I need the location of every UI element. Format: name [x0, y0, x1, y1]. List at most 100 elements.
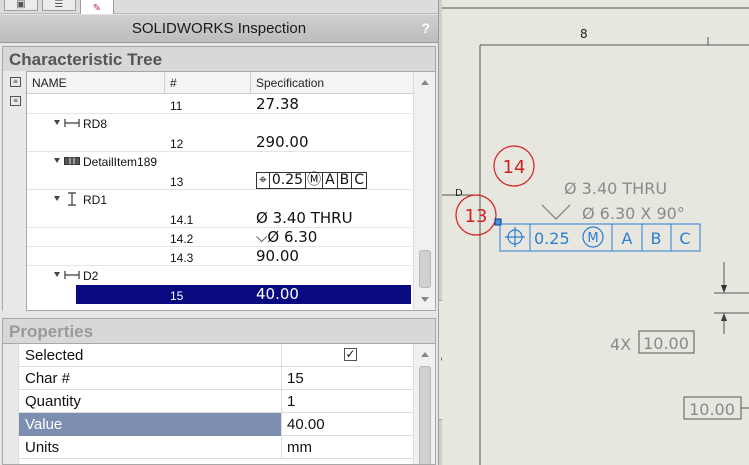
property-value[interactable]: 1 [283, 390, 413, 413]
property-row-selected[interactable]: Selected ✓ [3, 344, 413, 367]
expand-arrow-icon[interactable] [54, 158, 60, 163]
char-specification: Ø 3.40 THRU [256, 209, 353, 227]
property-row-value[interactable]: Value 40.00 [3, 413, 413, 436]
property-value[interactable]: 40.00 [283, 413, 413, 436]
tree-row-15-selected[interactable]: 15 40.00 [76, 285, 411, 304]
tree-scroll-thumb[interactable] [419, 250, 431, 288]
properties-grid: Selected ✓ Char # 15 Quantity 1 Value 40… [2, 343, 436, 465]
fcf-datum-b: B [651, 229, 662, 248]
feature-control-frame[interactable]: 0.25 M A B C [499, 223, 701, 252]
dimension-arrows [714, 262, 749, 334]
property-row-char-number[interactable]: Char # 15 [3, 367, 413, 390]
char-number: 14.1 [170, 213, 194, 227]
column-specification[interactable]: Specification [256, 76, 324, 90]
property-name: Value [19, 413, 282, 436]
char-number: 14.3 [170, 251, 194, 265]
char-number: 15 [170, 289, 184, 303]
char-number: 13 [170, 175, 184, 189]
position-symbol-icon [505, 227, 525, 247]
drawing-canvas[interactable]: 8 D 14 13 Ø 3.40 THRU Ø 6.30 X 90° 0.25 … [442, 0, 749, 465]
tree-row-14-2[interactable]: 14.2 ⌵Ø 6.30 [27, 228, 411, 247]
node-label: RD8 [83, 117, 108, 131]
property-row-units[interactable]: Units mm [3, 436, 413, 459]
basic-dimension-value: 10.00 [643, 334, 689, 353]
expand-arrow-icon[interactable] [54, 272, 60, 277]
tab-list[interactable]: ☰ [42, 0, 76, 11]
node-label: RD1 [83, 193, 108, 207]
characteristic-tree-grid: NAME # Specification 11 27.38 RD8 12 290… [26, 71, 436, 311]
scroll-up-icon[interactable] [421, 80, 429, 85]
linear-dimension-icon [64, 271, 80, 279]
tree-row-13[interactable]: 13 ⌖ 0.25 Ⓜ A B C [27, 171, 411, 190]
expand-arrow-icon[interactable] [54, 196, 60, 201]
countersink-symbol-icon [541, 204, 571, 220]
char-specification: 290.00 [256, 133, 309, 151]
tree-node-d2[interactable]: D2 [27, 266, 411, 285]
tree-column-headers: NAME # Specification [27, 72, 413, 94]
expand-arrow-icon[interactable] [54, 120, 60, 125]
properties-scroll-thumb[interactable] [419, 366, 431, 464]
basic-dimension-value: 10.00 [689, 400, 735, 419]
fcf-tolerance: 0.25 [534, 229, 570, 248]
hole-callout-text[interactable]: Ø 3.40 THRU [564, 179, 667, 198]
property-row-quantity[interactable]: Quantity 1 [3, 390, 413, 413]
expand-all-icon[interactable]: ≡ [10, 77, 21, 87]
properties-header[interactable]: Properties [2, 318, 436, 343]
inspection-panel: ▣ ☰ ✎ SOLIDWORKS Inspection ? Characteri… [0, 0, 438, 465]
tree-node-rd1[interactable]: RD1 [27, 190, 411, 209]
balloon-14-number: 14 [503, 157, 526, 178]
position-symbol-icon: ⌖ [256, 172, 270, 189]
property-value[interactable]: ✓ [283, 344, 413, 367]
property-row-partial [3, 459, 413, 464]
tab-characteristics[interactable]: ✎ [80, 0, 114, 14]
folder-icon: ▣ [16, 0, 26, 10]
scroll-down-icon[interactable] [421, 297, 429, 302]
fcf-datum-c: C [679, 229, 690, 248]
datum-a: A [322, 172, 338, 189]
properties-scrollbar[interactable] [413, 344, 435, 464]
tree-row-14-1[interactable]: 14.1 Ø 3.40 THRU [27, 209, 411, 228]
tree-node-rd8[interactable]: RD8 [27, 114, 411, 133]
list-icon: ☰ [54, 0, 64, 10]
tree-side-toolbar: ≡ ≡ [2, 71, 26, 311]
property-name: Units [19, 436, 282, 459]
fcf-datum-a: A [622, 229, 633, 248]
node-label: DetailItem189 [83, 155, 158, 169]
feature-control-frame-spec: ⌖ 0.25 Ⓜ A B C [256, 172, 368, 189]
panel-title: SOLIDWORKS Inspection [131, 20, 307, 37]
property-name: Selected [19, 344, 282, 367]
tolerance-value: 0.25 [269, 172, 307, 189]
node-label: D2 [83, 269, 99, 283]
mmc-modifier-icon: Ⓜ [306, 172, 323, 189]
scroll-up-icon[interactable] [421, 352, 429, 357]
tree-scrollbar[interactable] [413, 72, 435, 310]
characteristic-tree-header[interactable]: Characteristic Tree [2, 46, 436, 71]
char-number: 14.2 [170, 232, 194, 246]
tree-row-14-3[interactable]: 14.3 90.00 [27, 247, 411, 266]
property-name: Quantity [19, 390, 282, 413]
linear-dimension-icon [64, 119, 80, 127]
countersink-callout-text[interactable]: Ø 6.30 X 90° [582, 204, 685, 223]
selected-checkbox[interactable]: ✓ [344, 348, 357, 361]
panel-tab-strip: ▣ ☰ ✎ [0, 0, 438, 14]
balloon-13-number: 13 [465, 206, 488, 227]
char-specification: 90.00 [256, 247, 299, 265]
char-number: 11 [170, 99, 183, 113]
fcf-modifier: M [587, 231, 598, 246]
column-number[interactable]: # [170, 76, 177, 90]
tree-row-12[interactable]: 12 290.00 [27, 133, 411, 152]
column-name[interactable]: NAME [32, 76, 67, 90]
property-value[interactable]: mm [283, 436, 413, 459]
panel-title-bar: SOLIDWORKS Inspection ? [0, 15, 438, 43]
zone-row-label: D [455, 188, 463, 199]
tab-folder[interactable]: ▣ [4, 0, 38, 11]
property-value[interactable]: 15 [283, 367, 413, 390]
tree-node-detailitem189[interactable]: DetailItem189 [27, 152, 411, 171]
tree-row-11[interactable]: 11 27.38 [27, 95, 411, 114]
characteristic-icon: ✎ [92, 3, 102, 14]
help-button[interactable]: ? [421, 20, 430, 36]
feature-control-frame-icon [64, 157, 80, 165]
datum-b: B [337, 172, 353, 189]
datum-c: C [352, 172, 368, 189]
collapse-all-icon[interactable]: ≡ [10, 96, 21, 106]
